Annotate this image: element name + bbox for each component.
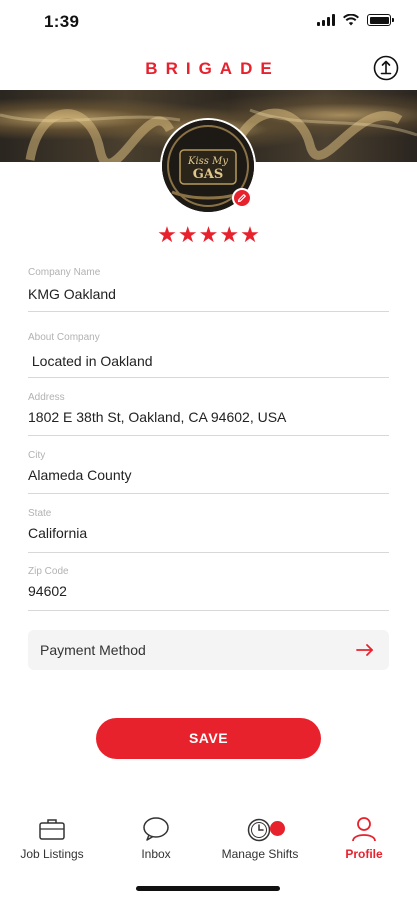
share-icon[interactable] [371, 53, 401, 83]
notification-badge [270, 821, 285, 836]
field-value: Alameda County [28, 467, 132, 483]
svg-text:Kiss My: Kiss My [187, 156, 228, 167]
pencil-icon [237, 194, 246, 203]
zip-code-field[interactable]: Zip Code 94602 [28, 566, 389, 611]
city-field[interactable]: City Alameda County [28, 450, 389, 494]
cellular-signal-icon [317, 14, 335, 26]
tab-label: Profile [345, 847, 383, 861]
field-value: 94602 [28, 583, 67, 599]
star-icon: ★ [240, 222, 260, 247]
field-value: KMG Oakland [28, 286, 116, 302]
star-icon: ★ [219, 222, 240, 247]
tab-profile[interactable]: Profile [319, 816, 409, 861]
field-value: California [28, 525, 88, 541]
status-bar: 1:39 [0, 0, 417, 46]
address-field[interactable]: Address 1802 E 38th St, Oakland, CA 9460… [28, 392, 389, 436]
field-label: City [28, 450, 46, 461]
star-icon: ★ [177, 222, 198, 247]
person-icon [352, 817, 376, 842]
tab-inbox[interactable]: Inbox [111, 816, 201, 861]
svg-text:GAS: GAS [193, 167, 224, 182]
app-header: BRIGADE [0, 50, 417, 90]
save-button[interactable]: SAVE [96, 718, 321, 759]
tab-label: Inbox [141, 847, 171, 861]
chat-bubble-icon [143, 817, 169, 841]
company-avatar[interactable]: Kiss My GAS [160, 118, 256, 214]
field-value: Located in Oakland [28, 353, 153, 369]
wifi-icon [343, 14, 359, 26]
tab-label: Manage Shifts [221, 847, 299, 861]
edit-avatar-button[interactable] [232, 188, 252, 208]
field-label: Address [28, 392, 65, 403]
star-icon: ★ [157, 222, 177, 247]
about-company-field[interactable]: About Company Located in Oakland [28, 332, 389, 378]
field-label: Company Name [28, 267, 101, 278]
state-field[interactable]: State California [28, 508, 389, 553]
star-icon: ★ [198, 222, 219, 247]
company-name-field[interactable]: Company Name KMG Oakland [28, 267, 389, 312]
tab-job-listings[interactable]: Job Listings [7, 816, 97, 861]
field-label: Zip Code [28, 566, 69, 577]
tab-manage-shifts[interactable]: Manage Shifts [215, 816, 305, 861]
field-label: About Company [28, 332, 100, 343]
brand-logo: BRIGADE [145, 59, 280, 78]
bottom-tab-bar: Job Listings Inbox Manage Shifts Profile [0, 816, 417, 876]
payment-method-label: Payment Method [40, 642, 146, 658]
tab-label: Job Listings [20, 847, 84, 861]
status-time: 1:39 [44, 12, 80, 31]
battery-icon [367, 14, 394, 26]
briefcase-icon [39, 819, 65, 840]
field-value: 1802 E 38th St, Oakland, CA 94602, USA [28, 409, 287, 425]
home-indicator[interactable] [136, 886, 280, 891]
star-rating: ★ ★ ★ ★ ★ [0, 224, 417, 246]
arrow-right-icon [356, 644, 373, 656]
payment-method-row[interactable]: Payment Method [28, 630, 389, 670]
field-label: State [28, 508, 52, 519]
status-icons [317, 14, 394, 26]
